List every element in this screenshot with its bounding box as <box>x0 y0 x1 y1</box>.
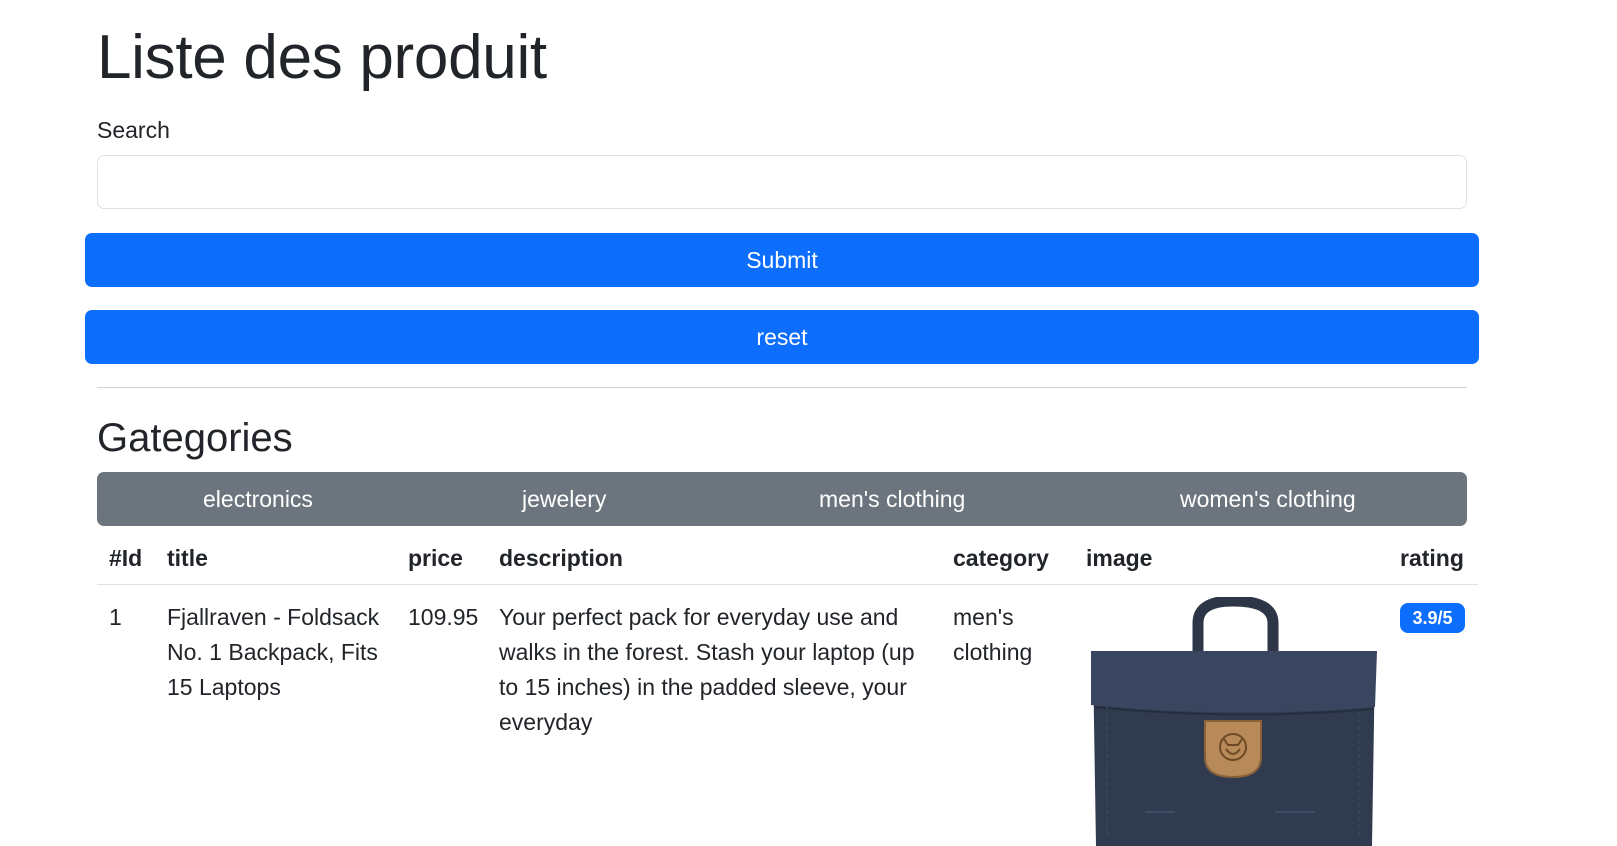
header-description: description <box>499 545 623 571</box>
category-mens-clothing[interactable]: men's clothing <box>819 472 965 526</box>
rating-badge: 3.9/5 <box>1400 603 1465 633</box>
cell-description: Your perfect pack for everyday use and w… <box>499 600 915 740</box>
cell-category-line: men's <box>953 604 1014 630</box>
header-divider <box>97 584 1478 585</box>
cell-category: men's clothing <box>953 600 1032 670</box>
categories-title: Gategories <box>97 416 293 460</box>
header-price: price <box>408 545 463 571</box>
header-title: title <box>167 545 208 571</box>
categories-bar: electronics jewelery men's clothing wome… <box>97 472 1467 526</box>
navy-backpack-image <box>1091 597 1377 846</box>
cell-title-line: Fjallraven - Foldsack <box>167 604 380 630</box>
submit-button[interactable]: Submit <box>85 233 1479 287</box>
page-title: Liste des produit <box>97 23 547 92</box>
cell-title-line: No. 1 Backpack, Fits <box>167 639 378 665</box>
cell-description-line: to 15 inches) in the padded sleeve, your <box>499 674 907 700</box>
header-image: image <box>1086 545 1153 571</box>
category-jewelery[interactable]: jewelery <box>522 472 606 526</box>
header-category: category <box>953 545 1049 571</box>
category-electronics[interactable]: electronics <box>203 472 313 526</box>
cell-description-line: walks in the forest. Stash your laptop (… <box>499 639 915 665</box>
divider <box>97 387 1467 388</box>
cell-id: 1 <box>109 604 122 630</box>
cell-title: Fjallraven - Foldsack No. 1 Backpack, Fi… <box>167 600 379 705</box>
cell-title-line: 15 Laptops <box>167 674 281 700</box>
cell-description-line: Your perfect pack for everyday use and <box>499 604 899 630</box>
search-label: Search <box>97 117 170 143</box>
category-womens-clothing[interactable]: women's clothing <box>1180 472 1356 526</box>
header-rating: rating <box>1400 545 1464 571</box>
cell-price: 109.95 <box>408 604 479 630</box>
cell-category-line: clothing <box>953 639 1033 665</box>
search-input[interactable] <box>97 155 1467 209</box>
cell-description-line: everyday <box>499 709 593 735</box>
header-id: #Id <box>109 545 143 571</box>
reset-button[interactable]: reset <box>85 310 1479 364</box>
